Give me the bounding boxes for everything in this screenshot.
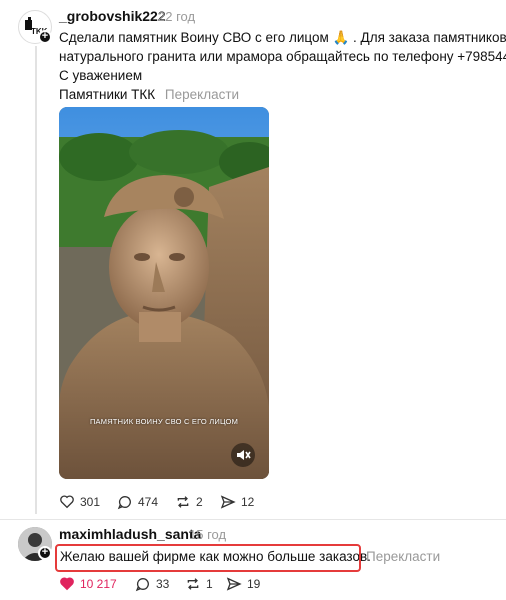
reply-time: 15 год bbox=[189, 527, 227, 542]
post-video[interactable]: ПАМЯТНИК ВОИНУ СВО С ЕГО ЛИЦОМ bbox=[59, 107, 269, 479]
reply-like-button[interactable]: 10 217 bbox=[59, 576, 117, 592]
reply-comment-count: 33 bbox=[156, 577, 170, 591]
reply-comment-button[interactable]: 33 bbox=[135, 576, 169, 592]
reply-repost-button[interactable]: 1 bbox=[185, 576, 213, 592]
reply-share-button[interactable]: 19 bbox=[226, 576, 260, 592]
follow-plus-icon[interactable]: + bbox=[38, 30, 52, 44]
post-signature-row: Памятники ТКК Перекласти bbox=[59, 85, 239, 104]
reply-translate-link[interactable]: Перекласти bbox=[366, 547, 440, 566]
mute-icon[interactable] bbox=[231, 443, 255, 467]
post-comment-button[interactable]: 474 bbox=[117, 494, 158, 510]
post-repost-count: 2 bbox=[196, 495, 203, 509]
reply-repost-count: 1 bbox=[206, 577, 213, 591]
post-like-count: 301 bbox=[80, 495, 101, 509]
post-like-button[interactable]: 301 bbox=[59, 494, 100, 510]
post-translate-link[interactable]: Перекласти bbox=[165, 87, 239, 102]
video-overlay-text: ПАМЯТНИК ВОИНУ СВО С ЕГО ЛИЦОМ bbox=[89, 417, 239, 426]
repost-icon bbox=[177, 496, 189, 508]
post-username[interactable]: _grobovshik222 bbox=[59, 8, 166, 24]
share-icon bbox=[220, 495, 236, 509]
heart-icon bbox=[60, 577, 74, 591]
post-signature: Памятники ТКК bbox=[59, 87, 156, 102]
reply-username[interactable]: maximhladush_santa bbox=[59, 526, 201, 542]
post-share-count: 12 bbox=[241, 495, 255, 509]
repost-icon bbox=[187, 578, 199, 590]
comment-icon bbox=[135, 577, 149, 592]
comment-icon bbox=[117, 495, 131, 510]
post-share-button[interactable]: 12 bbox=[220, 494, 254, 510]
reply-follow-plus-icon[interactable]: + bbox=[38, 546, 52, 560]
reply-share-count: 19 bbox=[247, 577, 261, 591]
post-time: 22 год bbox=[158, 9, 196, 24]
thread-line bbox=[35, 46, 37, 514]
post-text-line-2: натурального гранита или мрамора обращай… bbox=[59, 49, 506, 64]
heart-icon bbox=[60, 495, 74, 509]
post-comment-count: 474 bbox=[138, 495, 159, 509]
share-icon bbox=[226, 577, 242, 591]
post-text-line-1: Сделали памятник Воину СВО с его лицом 🙏… bbox=[59, 30, 506, 45]
post-repost-button[interactable]: 2 bbox=[175, 494, 203, 510]
divider bbox=[0, 519, 506, 520]
post-text-line-3: С уважением bbox=[59, 68, 143, 83]
highlight-box bbox=[55, 544, 361, 572]
reply-like-count: 10 217 bbox=[80, 577, 117, 591]
